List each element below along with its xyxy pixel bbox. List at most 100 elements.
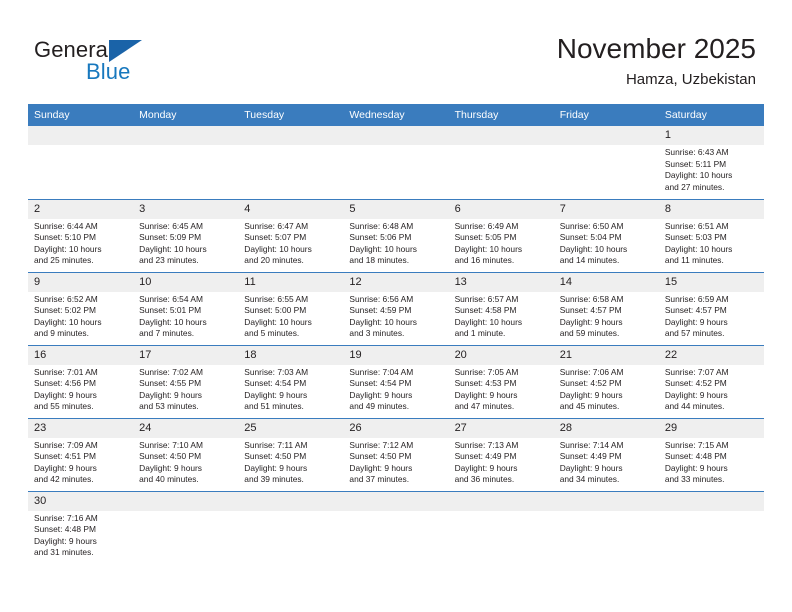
- page-title: November 2025: [556, 33, 756, 64]
- calendar-day-cell[interactable]: 7 Sunrise: 6:50 AM Sunset: 5:04 PM Daylight…: [553, 198, 659, 272]
- daylight-text-line2: and 47 minutes.: [454, 401, 515, 411]
- daylight-text-line2: and 20 minutes.: [244, 255, 304, 265]
- sunrise-text: Sunrise: 7:13 AM: [454, 439, 519, 450]
- daylight-text-line2: and 49 minutes.: [349, 401, 410, 411]
- calendar-day-cell[interactable]: 1 Sunrise: 6:43 AM Sunset: 5:11 PM Daylight…: [658, 126, 764, 199]
- calendar-day-cell[interactable]: 25 Sunrise: 7:11 AM Sunset: 4:50 PM Dayligh…: [238, 417, 344, 491]
- sunrise-text: Sunrise: 6:48 AM: [349, 220, 414, 231]
- day-number: 6: [448, 199, 554, 219]
- day-number: [133, 126, 239, 145]
- sunrise-text: Sunrise: 6:58 AM: [559, 293, 624, 304]
- calendar-day-cell[interactable]: 18 Sunrise: 7:03 AM Sunset: 4:54 PM Dayligh…: [238, 344, 344, 418]
- weekday-header-row: Sunday Monday Tuesday Wednesday Thursday…: [28, 104, 764, 126]
- day-number: 20: [448, 345, 554, 365]
- calendar-day-cell[interactable]: 29 Sunrise: 7:15 AM Sunset: 4:48 PM Dayligh…: [658, 417, 764, 491]
- calendar-page: General Blue November 2025 Hamza, Uzbeki…: [0, 0, 792, 612]
- sunset-text: Sunset: 5:09 PM: [139, 232, 202, 242]
- calendar-day-cell[interactable]: 24 Sunrise: 7:10 AM Sunset: 4:50 PM Dayligh…: [133, 417, 239, 491]
- calendar-day-cell[interactable]: 30 Sunrise: 7:16 AM Sunset: 4:48 PM Dayligh…: [28, 490, 134, 564]
- day-number: [658, 491, 764, 511]
- sunrise-text: Sunrise: 7:06 AM: [559, 366, 624, 377]
- day-number: 1: [658, 126, 764, 145]
- calendar-day-cell[interactable]: 16 Sunrise: 7:01 AM Sunset: 4:56 PM Dayligh…: [28, 344, 134, 418]
- daylight-text-line2: and 7 minutes.: [139, 328, 195, 338]
- day-number: [343, 126, 449, 145]
- day-details: Sunrise: 6:58 AM Sunset: 4:57 PM Daylight:…: [554, 292, 659, 340]
- daylight-text-line2: and 23 minutes.: [139, 255, 199, 265]
- calendar-week-row: 23 Sunrise: 7:09 AM Sunset: 4:51 PM Dayligh…: [28, 417, 764, 491]
- sunrise-text: Sunrise: 6:50 AM: [559, 220, 624, 231]
- calendar-day-cell[interactable]: 10 Sunrise: 6:54 AM Sunset: 5:01 PM Dayligh…: [133, 271, 239, 345]
- calendar-day-cell[interactable]: 23 Sunrise: 7:09 AM Sunset: 4:51 PM Dayligh…: [28, 417, 134, 491]
- daylight-text-line2: and 1 minute.: [454, 328, 506, 338]
- calendar-day-cell[interactable]: 21 Sunrise: 7:06 AM Sunset: 4:52 PM Dayligh…: [553, 344, 659, 418]
- sunrise-text: Sunrise: 6:44 AM: [34, 220, 98, 231]
- day-details: Sunrise: 6:48 AM Sunset: 5:06 PM Daylight:…: [343, 219, 448, 267]
- daylight-text-line1: Daylight: 10 hours: [34, 316, 102, 327]
- sunset-text: Sunset: 5:00 PM: [244, 305, 307, 315]
- daylight-text-line1: Daylight: 9 hours: [664, 389, 728, 400]
- sunrise-text: Sunrise: 6:59 AM: [664, 293, 729, 304]
- daylight-text-line1: Daylight: 10 hours: [559, 243, 628, 254]
- daylight-text-line1: Daylight: 9 hours: [559, 462, 623, 473]
- day-number: 28: [553, 418, 659, 438]
- calendar-day-cell[interactable]: 17 Sunrise: 7:02 AM Sunset: 4:55 PM Dayligh…: [133, 344, 239, 418]
- calendar-day-cell[interactable]: 5 Sunrise: 6:48 AM Sunset: 5:06 PM Daylight…: [343, 198, 449, 272]
- sunrise-text: Sunrise: 7:07 AM: [664, 366, 729, 377]
- sunrise-text: Sunrise: 6:56 AM: [349, 293, 414, 304]
- daylight-text-line2: and 16 minutes.: [454, 255, 515, 265]
- calendar-day-cell[interactable]: 14 Sunrise: 6:58 AM Sunset: 4:57 PM Dayligh…: [553, 271, 659, 345]
- calendar-day-cell[interactable]: 12 Sunrise: 6:56 AM Sunset: 4:59 PM Dayligh…: [343, 271, 449, 345]
- general-blue-logo[interactable]: General Blue: [34, 37, 234, 93]
- calendar-day-cell[interactable]: 11 Sunrise: 6:55 AM Sunset: 5:00 PM Dayligh…: [238, 271, 344, 345]
- calendar-empty-cell: [553, 126, 659, 199]
- day-details: Sunrise: 6:44 AM Sunset: 5:10 PM Daylight:…: [28, 219, 133, 267]
- calendar-day-cell[interactable]: 20 Sunrise: 7:05 AM Sunset: 4:53 PM Dayligh…: [448, 344, 554, 418]
- day-number: 17: [133, 345, 239, 365]
- calendar-day-cell[interactable]: 6 Sunrise: 6:49 AM Sunset: 5:05 PM Daylight…: [448, 198, 554, 272]
- calendar-day-cell[interactable]: 3 Sunrise: 6:45 AM Sunset: 5:09 PM Daylight…: [133, 198, 239, 272]
- daylight-text-line1: Daylight: 10 hours: [349, 243, 417, 254]
- sunset-text: Sunset: 4:58 PM: [454, 305, 517, 315]
- day-details: Sunrise: 6:54 AM Sunset: 5:01 PM Daylight:…: [133, 292, 238, 340]
- sunset-text: Sunset: 5:01 PM: [139, 305, 202, 315]
- calendar-day-cell[interactable]: 22 Sunrise: 7:07 AM Sunset: 4:52 PM Dayligh…: [658, 344, 764, 418]
- sunrise-text: Sunrise: 7:04 AM: [349, 366, 414, 377]
- sunrise-text: Sunrise: 7:11 AM: [244, 439, 308, 450]
- day-number: 19: [343, 345, 449, 365]
- calendar-day-cell[interactable]: 26 Sunrise: 7:12 AM Sunset: 4:50 PM Dayligh…: [343, 417, 449, 491]
- daylight-text-line1: Daylight: 9 hours: [349, 462, 413, 473]
- daylight-text-line2: and 18 minutes.: [349, 255, 410, 265]
- daylight-text-line2: and 27 minutes.: [664, 181, 725, 192]
- daylight-text-line1: Daylight: 10 hours: [454, 243, 523, 254]
- daylight-text-line2: and 53 minutes.: [139, 401, 199, 411]
- calendar-day-cell[interactable]: 4 Sunrise: 6:47 AM Sunset: 5:07 PM Daylight…: [238, 198, 344, 272]
- day-details: Sunrise: 6:47 AM Sunset: 5:07 PM Daylight:…: [238, 219, 343, 267]
- day-number: [553, 491, 659, 511]
- weekday-header-friday: Friday: [553, 104, 659, 126]
- day-number: 25: [238, 418, 344, 438]
- title-block: November 2025 Hamza, Uzbekistan: [557, 32, 756, 89]
- day-number: 7: [553, 199, 659, 219]
- daylight-text-line1: Daylight: 10 hours: [664, 170, 733, 180]
- day-number: 2: [28, 199, 134, 219]
- calendar-day-cell[interactable]: 9 Sunrise: 6:52 AM Sunset: 5:02 PM Daylight…: [28, 271, 134, 345]
- day-details: Sunrise: 7:15 AM Sunset: 4:48 PM Daylight:…: [659, 438, 764, 486]
- calendar-day-cell[interactable]: 13 Sunrise: 6:57 AM Sunset: 4:58 PM Dayligh…: [448, 271, 554, 345]
- calendar-day-cell[interactable]: 8 Sunrise: 6:51 AM Sunset: 5:03 PM Daylight…: [658, 198, 764, 272]
- daylight-text-line2: and 45 minutes.: [559, 401, 620, 411]
- daylight-text-line2: and 40 minutes.: [139, 474, 199, 484]
- daylight-text-line2: and 5 minutes.: [244, 328, 300, 338]
- sunset-text: Sunset: 4:51 PM: [34, 451, 96, 461]
- calendar-day-cell[interactable]: 2 Sunrise: 6:44 AM Sunset: 5:10 PM Daylight…: [28, 198, 134, 272]
- sunrise-text: Sunrise: 6:45 AM: [139, 220, 203, 231]
- calendar-week-row: 2 Sunrise: 6:44 AM Sunset: 5:10 PM Daylight…: [28, 198, 764, 272]
- day-number: 26: [343, 418, 449, 438]
- calendar-day-cell[interactable]: 27 Sunrise: 7:13 AM Sunset: 4:49 PM Dayligh…: [448, 417, 554, 491]
- day-number: 14: [553, 272, 659, 292]
- calendar-day-cell[interactable]: 15 Sunrise: 6:59 AM Sunset: 4:57 PM Dayligh…: [658, 271, 764, 345]
- calendar-day-cell[interactable]: 19 Sunrise: 7:04 AM Sunset: 4:54 PM Dayligh…: [343, 344, 449, 418]
- calendar-empty-cell: [553, 490, 659, 564]
- calendar-empty-cell: [448, 126, 554, 199]
- calendar-day-cell[interactable]: 28 Sunrise: 7:14 AM Sunset: 4:49 PM Dayligh…: [553, 417, 659, 491]
